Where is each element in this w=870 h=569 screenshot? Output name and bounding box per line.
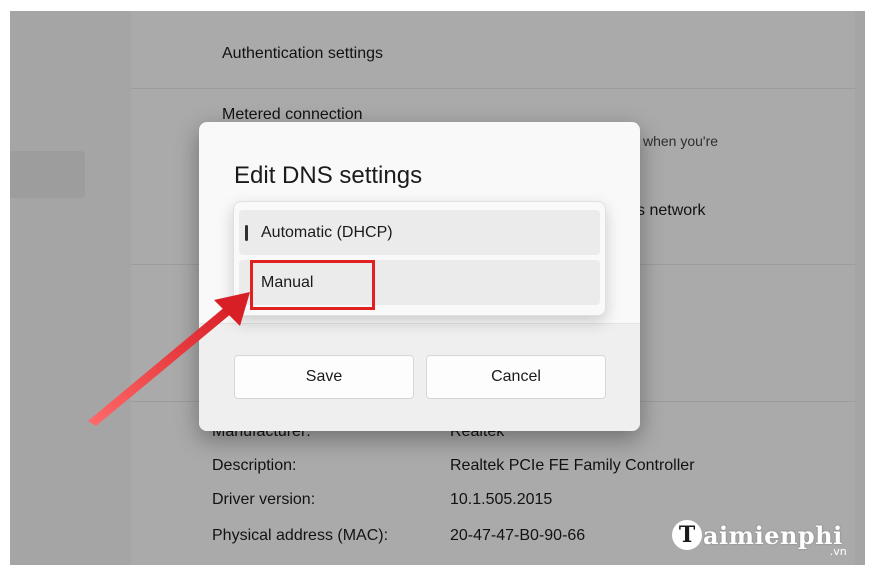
cancel-button[interactable]: Cancel [426,355,606,399]
option-automatic-dhcp[interactable]: Automatic (DHCP) [239,210,600,255]
taimienphi-watermark: T aimienphi .vn [672,515,847,558]
dialog-title: Edit DNS settings [234,162,423,189]
manual-highlight-box [250,260,375,310]
save-button[interactable]: Save [234,355,414,399]
taimienphi-logo-icon: T [672,520,702,550]
watermark-domain: .vn [829,545,847,558]
watermark-text: aimienphi [703,520,843,550]
selected-indicator [245,225,248,241]
option-label: Automatic (DHCP) [261,223,393,241]
